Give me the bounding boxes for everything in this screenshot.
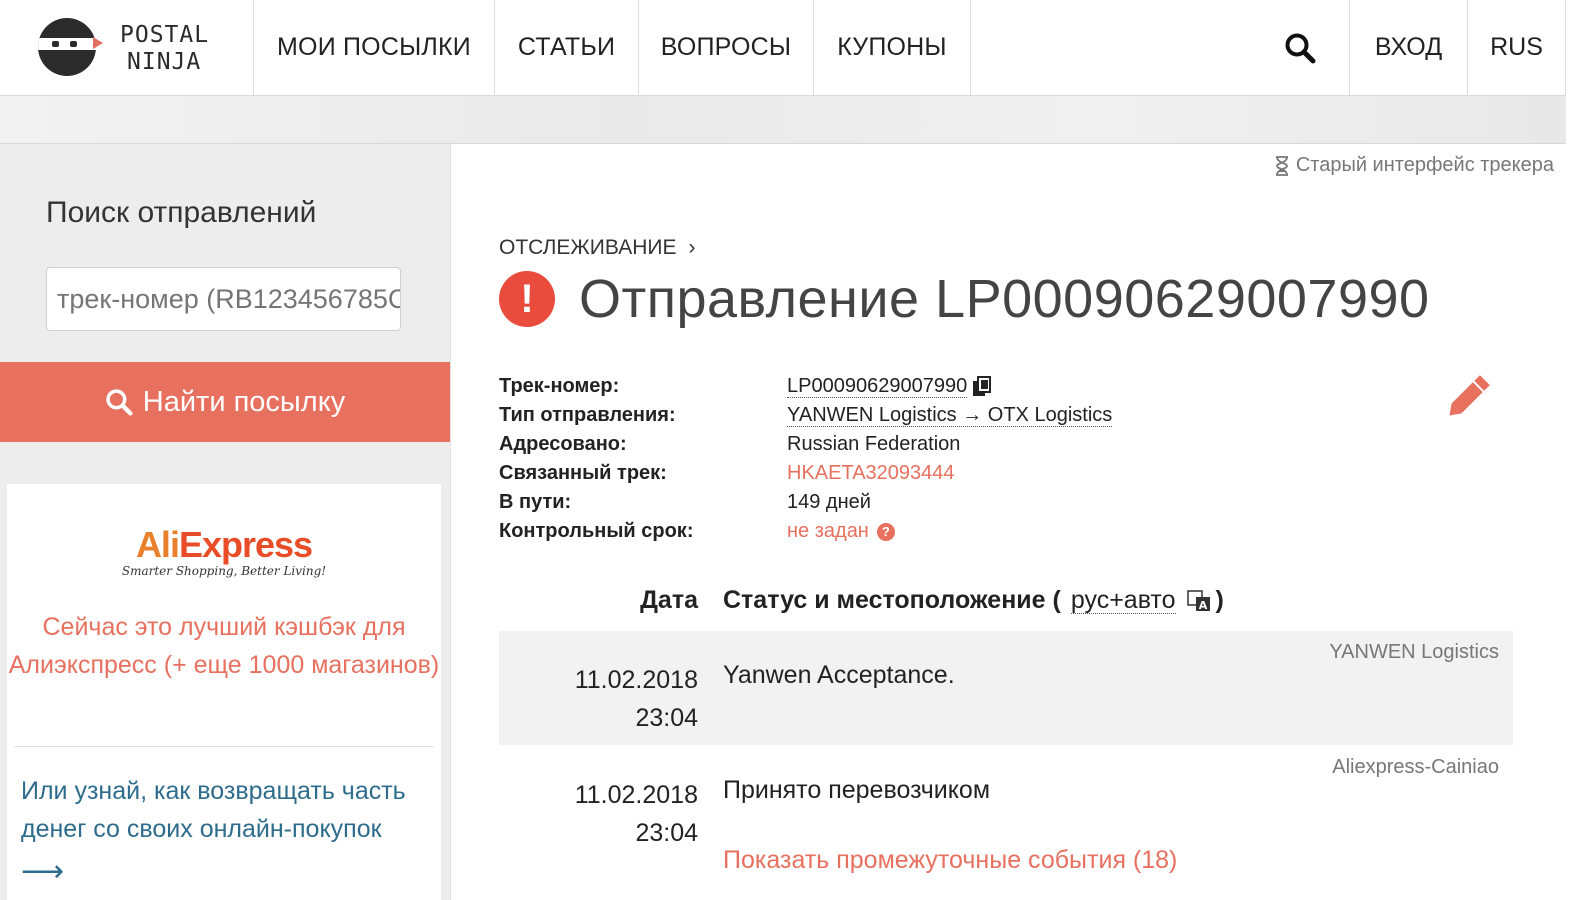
old-interface-link[interactable]: Старый интерфейс трекера bbox=[1274, 154, 1554, 177]
svg-text:A: A bbox=[1198, 599, 1207, 612]
show-intermediate-events-link[interactable]: Показать промежуточные события (18) bbox=[723, 846, 1177, 875]
logo-text: POSTAL NINJA bbox=[120, 22, 209, 76]
page-title: Отправление LP00090629007990 bbox=[579, 269, 1430, 329]
type-label: Тип отправления: bbox=[499, 404, 676, 426]
sidebar: Поиск отправлений Найти посылку AliExpre… bbox=[0, 144, 450, 900]
hourglass-icon bbox=[1275, 155, 1288, 176]
column-date: Дата bbox=[640, 586, 698, 614]
event-carrier: YANWEN Logistics bbox=[1329, 641, 1499, 663]
help-icon[interactable]: ? bbox=[876, 522, 895, 541]
ali-tagline: Smarter Shopping, Better Living! bbox=[121, 564, 327, 578]
nav-questions[interactable]: ВОПРОСЫ bbox=[639, 0, 814, 95]
search-icon bbox=[106, 389, 133, 416]
shipment-type[interactable]: YANWEN Logistics → OTX Logistics bbox=[787, 404, 1113, 427]
promo-divider bbox=[14, 746, 434, 747]
info-row-deadline: Контрольный срок: не задан ? bbox=[499, 517, 1112, 546]
event-datetime: 11.02.2018 23:04 bbox=[575, 776, 698, 852]
linked-label: Связанный трек: bbox=[499, 462, 667, 484]
deadline-label: Контрольный срок: bbox=[499, 520, 694, 542]
event-time: 23:04 bbox=[635, 819, 698, 847]
column-status: Статус и местоположение ( рус+авто A ) bbox=[723, 586, 1224, 615]
find-parcel-button[interactable]: Найти посылку bbox=[0, 362, 450, 442]
info-row-linked: Связанный трек: HKAETA32093444 bbox=[499, 459, 1112, 488]
postal-ninja-logo[interactable]: POSTAL NINJA bbox=[0, 0, 254, 95]
address-label: Адресовано: bbox=[499, 433, 627, 455]
nav-coupons[interactable]: КУПОНЫ bbox=[814, 0, 971, 95]
event-carrier: Aliexpress-Cainiao bbox=[1332, 756, 1499, 778]
event-date: 11.02.2018 bbox=[574, 781, 698, 809]
header-strip bbox=[0, 96, 1566, 144]
search-icon bbox=[1285, 33, 1315, 63]
address-value: Russian Federation bbox=[787, 433, 961, 455]
top-header: POSTAL NINJA МОИ ПОСЫЛКИ СТАТЬИ ВОПРОСЫ … bbox=[0, 0, 1566, 96]
cashback-promo: AliExpress Smarter Shopping, Better Livi… bbox=[7, 484, 441, 900]
track-number[interactable]: LP00090629007990 bbox=[787, 375, 968, 398]
pencil-edit-icon[interactable] bbox=[1447, 372, 1493, 418]
breadcrumb-tracking[interactable]: ОТСЛЕЖИВАНИЕ bbox=[499, 236, 677, 260]
track-search-input[interactable] bbox=[46, 267, 401, 331]
linked-track-link[interactable]: HKAETA32093444 bbox=[787, 462, 955, 485]
old-interface-label: Старый интерфейс трекера bbox=[1295, 154, 1554, 176]
transit-days: 149 дней bbox=[787, 491, 871, 513]
ali-logo-part2: Express bbox=[178, 524, 313, 565]
logo-line-2: NINJA bbox=[127, 49, 202, 75]
main-nav: МОИ ПОСЫЛКИ СТАТЬИ ВОПРОСЫ КУПОНЫ bbox=[254, 0, 971, 95]
shipment-info: Трек-номер: LP00090629007990 Тип отправл… bbox=[499, 372, 1113, 546]
event-status: Принято перевозчиком bbox=[723, 776, 991, 804]
event-row: Aliexpress-Cainiao 11.02.2018 23:04 Прин… bbox=[499, 746, 1513, 874]
nav-my-parcels[interactable]: МОИ ПОСЫЛКИ bbox=[254, 0, 495, 95]
arrow-right-icon[interactable]: ⟶ bbox=[21, 854, 64, 889]
login-link[interactable]: ВХОД bbox=[1350, 0, 1468, 95]
event-time: 23:04 bbox=[635, 704, 698, 732]
page-scrollbar[interactable] bbox=[1566, 0, 1580, 900]
event-row: YANWEN Logistics 11.02.2018 23:04 Yanwen… bbox=[499, 631, 1513, 745]
breadcrumb: ОТСЛЕЖИВАНИЕ › bbox=[499, 236, 696, 260]
event-datetime: 11.02.2018 23:04 bbox=[575, 661, 698, 737]
deadline-value[interactable]: не задан bbox=[787, 520, 869, 543]
event-date: 11.02.2018 bbox=[574, 666, 698, 694]
refund-info-link[interactable]: Или узнай, как возвращать часть денег со… bbox=[21, 772, 435, 848]
tracking-main: Старый интерфейс трекера ОТСЛЕЖИВАНИЕ › … bbox=[450, 144, 1566, 900]
cashback-promo-link[interactable]: Сейчас это лучший кэшбэк для Алиэкспресс… bbox=[7, 608, 441, 684]
ali-logo-part1: Ali bbox=[135, 524, 180, 565]
ninja-head-icon bbox=[38, 18, 96, 76]
sidebar-title: Поиск отправлений bbox=[46, 196, 317, 229]
events-header: Дата Статус и местоположение ( рус+авто … bbox=[499, 582, 1513, 618]
aliexpress-logo[interactable]: AliExpress Smarter Shopping, Better Livi… bbox=[7, 524, 441, 578]
language-switch[interactable]: RUS bbox=[1468, 0, 1566, 95]
info-row-address: Адресовано: Russian Federation bbox=[499, 430, 1112, 459]
chevron-right-icon: › bbox=[688, 236, 696, 259]
logo-line-1: POSTAL bbox=[120, 22, 210, 48]
title-row: ! Отправление LP00090629007990 bbox=[499, 268, 1430, 330]
column-status-close: ) bbox=[1215, 586, 1224, 614]
ninja-knot-icon bbox=[93, 37, 103, 49]
copy-icon[interactable] bbox=[971, 375, 993, 398]
nav-articles[interactable]: СТАТЬИ bbox=[495, 0, 639, 95]
transit-label: В пути: bbox=[499, 491, 572, 513]
header-search-button[interactable] bbox=[1250, 0, 1350, 95]
info-row-track: Трек-номер: LP00090629007990 bbox=[499, 372, 1112, 401]
translation-mode-toggle[interactable]: рус+авто bbox=[1070, 587, 1176, 614]
column-status-label: Статус и местоположение ( bbox=[723, 586, 1061, 614]
info-row-type: Тип отправления: YANWEN Logistics → OTX … bbox=[499, 401, 1113, 430]
alert-icon: ! bbox=[499, 271, 555, 327]
find-parcel-label: Найти посылку bbox=[142, 385, 346, 418]
track-label: Трек-номер: bbox=[499, 375, 620, 397]
info-row-transit: В пути: 149 дней bbox=[499, 488, 1112, 517]
translate-icon[interactable]: A bbox=[1186, 588, 1212, 614]
event-status: Yanwen Acceptance. bbox=[723, 661, 955, 689]
